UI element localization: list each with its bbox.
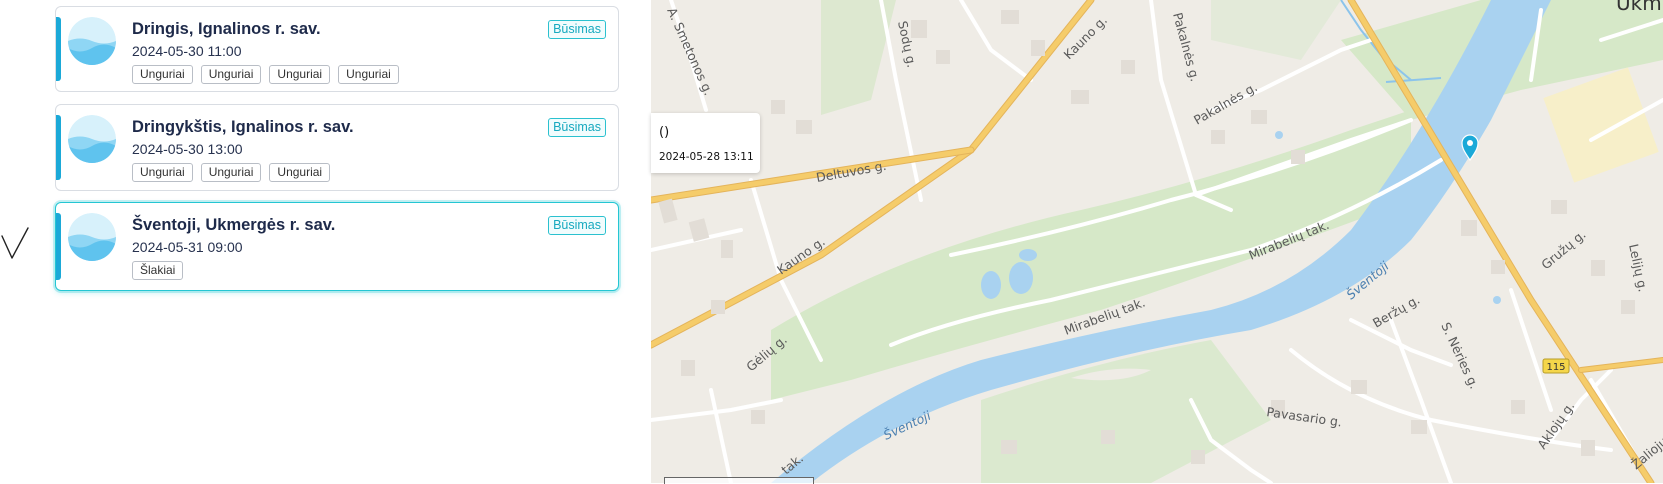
event-title: Šventoji, Ukmergės r. sav. [132, 216, 336, 234]
event-title: Dringis, Ignalinos r. sav. [132, 20, 321, 38]
event-card-selected[interactable]: Šventoji, Ukmergės r. sav. 2024-05-31 09… [55, 202, 619, 291]
tag-list: Šlakiai [132, 261, 184, 280]
fish-tag: Unguriai [132, 163, 193, 182]
popup-title: () [659, 125, 670, 140]
event-card[interactable]: Dringis, Ignalinos r. sav. 2024-05-30 11… [55, 6, 619, 92]
fish-tag: Unguriai [338, 65, 399, 84]
card-accent-stripe [56, 17, 61, 81]
water-icon [68, 213, 116, 261]
fish-tag: Unguriai [200, 163, 262, 182]
handwritten-check-mark [1, 227, 29, 259]
card-accent-stripe [56, 213, 61, 280]
event-datetime: 2024-05-30 11:00 [132, 43, 242, 59]
event-title: Dringykštis, Ignalinos r. sav. [132, 118, 354, 136]
status-badge: Būsimas [548, 216, 606, 235]
status-badge: Būsimas [548, 20, 606, 39]
water-icon [68, 17, 116, 65]
card-accent-stripe [56, 115, 61, 180]
fish-tag: Unguriai [269, 163, 331, 182]
road-number-label: 115 [1546, 362, 1565, 373]
fish-tag: Unguriai [200, 65, 262, 84]
event-datetime: 2024-05-30 13:00 [132, 141, 243, 157]
fish-tag: Šlakiai [132, 261, 184, 280]
fish-tag: Unguriai [132, 65, 193, 84]
map-popup[interactable]: () 2024-05-28 13:11 [651, 113, 760, 173]
fish-tag: Unguriai [269, 65, 331, 84]
tag-list: Unguriai Unguriai Unguriai [132, 163, 331, 182]
map-view[interactable]: 115 A. Smetonos g. Sodų g. Kauno g. Paka… [651, 0, 1663, 483]
status-badge: Būsimas [548, 118, 606, 137]
event-list-panel: Dringis, Ignalinos r. sav. 2024-05-30 11… [0, 0, 651, 483]
map-canvas[interactable]: 115 A. Smetonos g. Sodų g. Kauno g. Paka… [651, 0, 1663, 483]
water-icon [68, 115, 116, 163]
tag-list: Unguriai Unguriai Unguriai Unguriai [132, 65, 399, 84]
town-label: Ukm [1616, 0, 1662, 15]
popup-datetime: 2024-05-28 13:11 [659, 151, 754, 163]
event-datetime: 2024-05-31 09:00 [132, 239, 243, 255]
event-card[interactable]: Dringykštis, Ignalinos r. sav. 2024-05-3… [55, 104, 619, 191]
